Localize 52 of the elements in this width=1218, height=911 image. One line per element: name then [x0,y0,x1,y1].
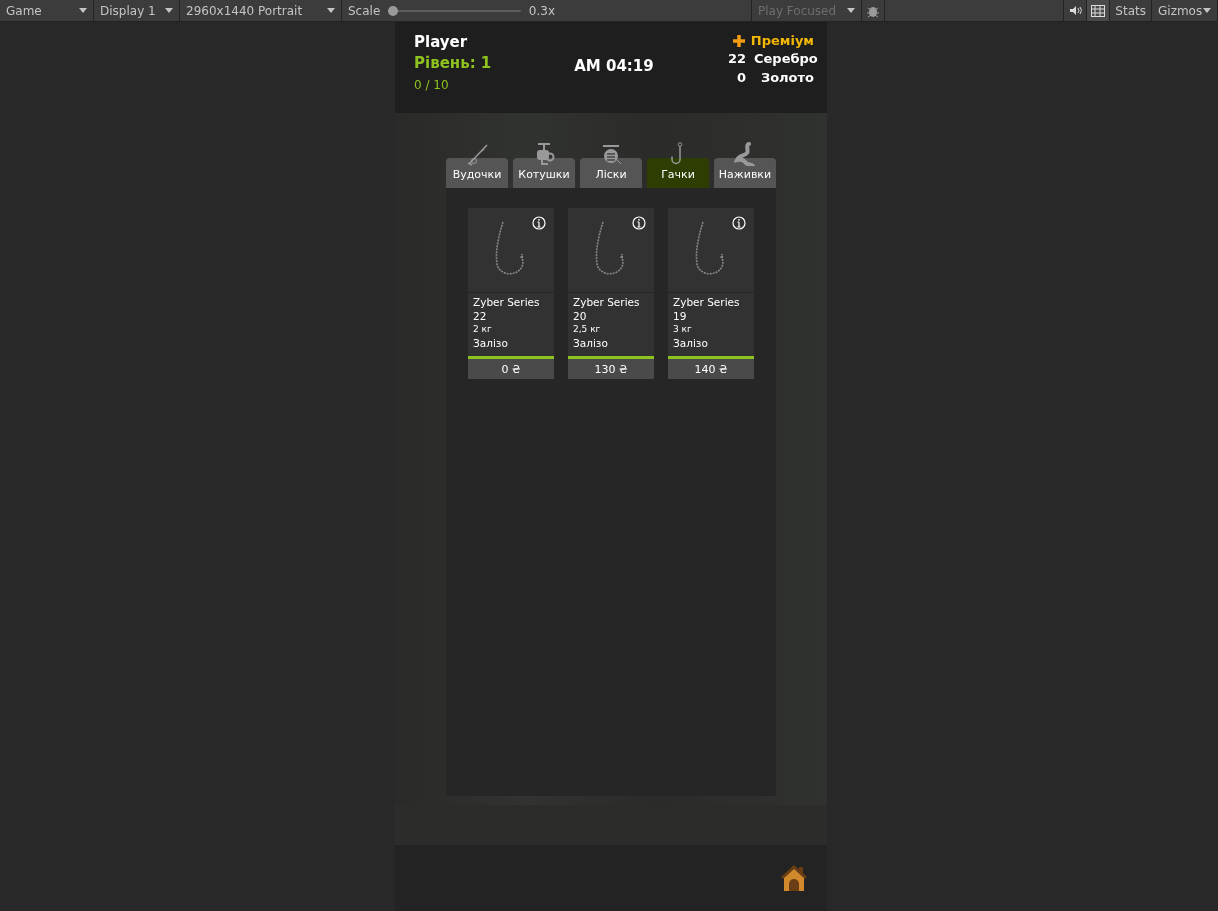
item-size: 22 [473,309,488,323]
item-weight: 2,5 кг [573,323,602,336]
worm-icon [734,142,756,166]
currency-name: Золото [759,70,814,85]
scale-value: 0.3x [528,3,555,18]
item-weight: 2 кг [473,323,493,336]
player-name: Player [414,33,468,51]
item-material: Залізо [473,336,509,350]
speaker-icon[interactable] [1068,5,1082,16]
caret-icon [79,8,87,13]
scale-label: Scale [348,3,381,18]
category-tab[interactable]: Ліски [580,158,642,188]
item-name: Zyber Series [673,296,741,310]
item-material: Залізо [573,336,609,350]
currency-amount: 22 [727,51,746,66]
item-card[interactable]: Zyber Series 20 2,5 кг Залізо 130 ₴ [568,208,654,379]
clock-time: AM 04:19 [574,57,654,77]
caret-icon [327,8,335,13]
grid-icon[interactable] [1091,4,1106,17]
currency-amount: 0 [735,70,746,85]
fishing-rod-icon [466,144,488,166]
info-icon[interactable] [632,216,646,230]
category-tab[interactable]: Вудочки [446,158,508,188]
caret-icon [165,8,173,13]
category-tab[interactable]: Наживки [714,158,776,188]
premium-button[interactable]: Преміум [732,33,814,48]
info-icon[interactable] [732,216,746,230]
category-tab[interactable]: Котушки [513,158,575,188]
item-size: 20 [573,309,588,323]
price-button[interactable]: 0 ₴ [468,356,554,379]
player-level: Рівень: 1 [414,54,492,72]
resolution-dropdown[interactable]: 2960x1440 Portrait [180,0,342,21]
display-dropdown[interactable]: Display 1 [94,0,180,21]
item-size: 19 [673,309,688,323]
item-material: Залізо [673,336,709,350]
view-dropdown[interactable]: Game [0,0,94,21]
gizmos-dropdown[interactable]: Gizmos [1152,0,1218,21]
item-name: Zyber Series [573,296,641,310]
stats-button[interactable]: Stats [1110,0,1152,21]
caret-icon [1203,8,1211,13]
house-icon[interactable] [780,863,808,893]
experience-counter: 0 / 10 [414,78,449,92]
price-button[interactable]: 140 ₴ [668,356,754,379]
item-card[interactable]: Zyber Series 22 2 кг Залізо 0 ₴ [468,208,554,379]
caret-icon [847,8,855,13]
info-icon[interactable] [532,216,546,230]
category-tab[interactable]: Гачки [647,158,709,188]
item-weight: 3 кг [673,323,693,336]
price-button[interactable]: 130 ₴ [568,356,654,379]
item-name: Zyber Series [473,296,541,310]
plus-icon [732,34,745,47]
item-card[interactable]: Zyber Series 19 3 кг Залізо 140 ₴ [668,208,754,379]
